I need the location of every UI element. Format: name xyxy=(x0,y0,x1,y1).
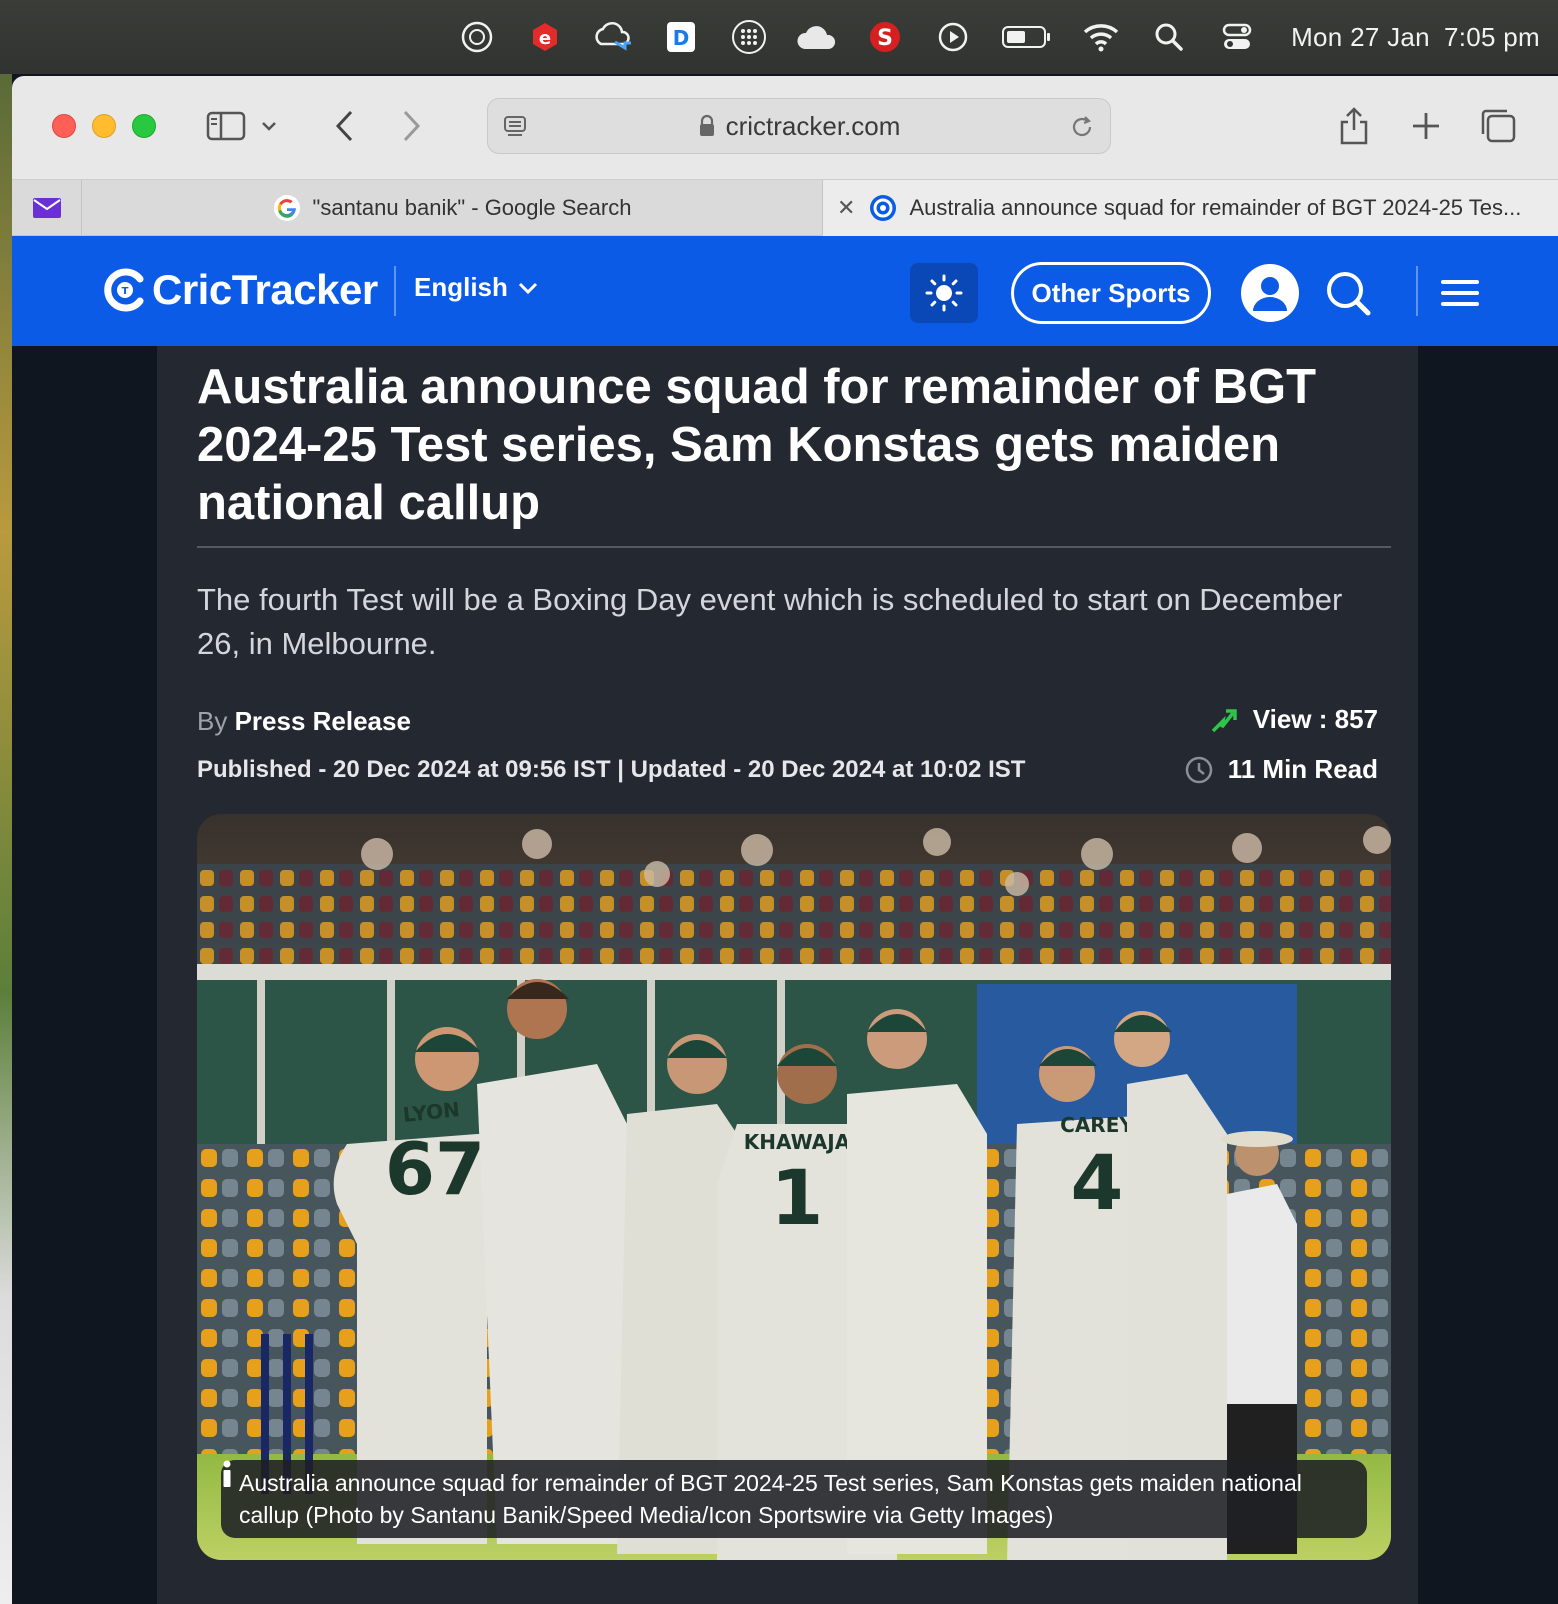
reload-icon[interactable] xyxy=(1068,113,1096,141)
chevron-down-icon[interactable] xyxy=(252,102,286,150)
menu-bar-clock[interactable]: Mon 27 Jan 7:05 pm xyxy=(1291,22,1540,53)
site-search-button[interactable] xyxy=(1318,263,1378,323)
image-caption-text: Australia announce squad for remainder o… xyxy=(239,1470,1302,1528)
read-time-text: 11 Min Read xyxy=(1227,754,1378,784)
tab-title: "santanu banik" - Google Search xyxy=(312,195,632,220)
headline-divider xyxy=(197,546,1391,548)
by-label: By xyxy=(197,706,228,736)
info-icon[interactable] xyxy=(221,1460,233,1488)
s-icon[interactable]: S xyxy=(863,15,907,59)
control-center-icon[interactable] xyxy=(1215,15,1259,59)
close-tab-icon[interactable]: ✕ xyxy=(837,195,855,221)
publish-dates: Published - 20 Dec 2024 at 09:56 IST | U… xyxy=(197,756,1026,783)
hamburger-menu-button[interactable] xyxy=(1430,263,1490,323)
browser-window: crictracker.com "santanu banik" - Google… xyxy=(12,76,1558,1604)
crictracker-logo[interactable]: T CricTracker xyxy=(102,266,378,314)
sidebar-toggle-button[interactable] xyxy=(202,102,250,150)
e-icon[interactable]: e xyxy=(523,15,567,59)
image-caption: Australia announce squad for remainder o… xyxy=(221,1460,1367,1538)
article-headline: Australia announce squad for remainder o… xyxy=(197,360,1317,530)
w-icon[interactable] xyxy=(455,15,499,59)
close-window-button[interactable] xyxy=(52,114,76,138)
language-selector[interactable]: English xyxy=(414,272,538,303)
article-hero-image: LYON 67 KHAWAJA 1 xyxy=(197,814,1391,1560)
svg-text:e: e xyxy=(539,28,551,49)
d-icon[interactable]: D xyxy=(659,15,703,59)
wifi-icon[interactable] xyxy=(1079,15,1123,59)
battery-icon[interactable] xyxy=(999,15,1055,59)
zoom-window-button[interactable] xyxy=(132,114,156,138)
url-text: crictracker.com xyxy=(725,110,901,141)
share-button[interactable] xyxy=(1330,102,1378,150)
article-subtitle: The fourth Test will be a Boxing Day eve… xyxy=(197,582,1343,661)
byline: By Press Release xyxy=(197,706,411,737)
read-time: 11 Min Read xyxy=(1184,754,1378,785)
address-bar[interactable]: crictracker.com xyxy=(487,98,1111,154)
view-count: View : 857 xyxy=(1209,704,1378,735)
menu-bar: e D S Mon 27 Jan 7:05 pm xyxy=(0,0,1558,74)
crictracker-favicon xyxy=(870,195,897,221)
tab-google-search[interactable]: "santanu banik" - Google Search xyxy=(82,180,823,236)
cricket-team-photo: LYON 67 KHAWAJA 1 xyxy=(197,814,1391,1560)
article: Australia announce squad for remainder o… xyxy=(157,346,1418,1604)
menu-bar-time: 7:05 pm xyxy=(1443,21,1540,52)
tab-title: Australia announce squad for remainder o… xyxy=(909,195,1522,220)
search-icon[interactable] xyxy=(1147,15,1191,59)
back-button[interactable] xyxy=(320,102,368,150)
new-tab-button[interactable] xyxy=(1402,102,1450,150)
cloud-sync-icon[interactable] xyxy=(591,15,635,59)
page-menu-icon[interactable] xyxy=(502,113,530,141)
desktop-background xyxy=(0,74,12,1604)
site-header: T CricTracker English Other Sports xyxy=(12,236,1558,346)
author-link[interactable]: Press Release xyxy=(235,706,411,736)
window-controls xyxy=(52,114,156,138)
pinned-tab-mail[interactable] xyxy=(12,180,82,236)
tab-crictracker-active[interactable]: ✕ Australia announce squad for remainder… xyxy=(823,180,1558,236)
lock-icon xyxy=(699,114,714,136)
user-icon xyxy=(1241,264,1299,322)
minimize-window-button[interactable] xyxy=(92,114,116,138)
user-account-button[interactable] xyxy=(1240,263,1300,323)
chevron-down-icon xyxy=(518,282,537,294)
svg-text:T: T xyxy=(122,286,129,297)
trending-icon xyxy=(1211,708,1237,732)
dots-grid-icon[interactable] xyxy=(727,15,771,59)
search-icon xyxy=(1327,272,1371,316)
google-icon xyxy=(273,195,300,221)
cloud-icon[interactable] xyxy=(795,15,839,59)
other-sports-button[interactable]: Other Sports xyxy=(1011,262,1211,324)
play-icon[interactable] xyxy=(931,15,975,59)
forward-button[interactable] xyxy=(388,102,436,150)
menu-bar-date: Mon 27 Jan xyxy=(1291,21,1430,52)
clock-icon xyxy=(1185,756,1212,783)
mail-icon xyxy=(32,198,61,218)
other-sports-label: Other Sports xyxy=(1031,277,1191,308)
tab-bar: "santanu banik" - Google Search ✕ Austra… xyxy=(12,180,1558,236)
svg-text:S: S xyxy=(877,26,893,51)
menu-icon xyxy=(1441,280,1479,306)
crictracker-logo-icon: T xyxy=(104,268,144,312)
theme-toggle-button[interactable] xyxy=(910,263,978,323)
header-divider xyxy=(1416,266,1418,316)
svg-text:D: D xyxy=(673,26,690,50)
browser-toolbar: crictracker.com xyxy=(12,76,1558,180)
header-divider xyxy=(394,266,396,316)
language-label: English xyxy=(414,272,508,302)
tab-overview-button[interactable] xyxy=(1474,102,1522,150)
logo-text: CricTracker xyxy=(152,266,378,313)
sun-icon xyxy=(925,274,963,312)
view-count-text: View : 857 xyxy=(1252,704,1378,734)
